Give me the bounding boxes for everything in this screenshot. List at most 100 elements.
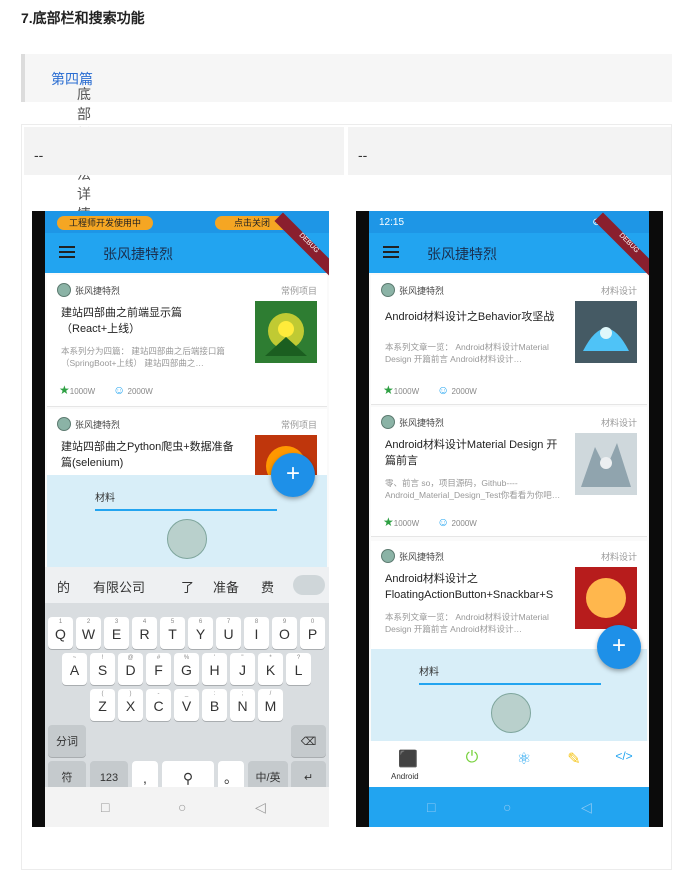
suggestion[interactable]: 费 — [261, 577, 274, 596]
ime-toggle-switch[interactable] — [293, 575, 325, 595]
key-n[interactable]: ; N — [230, 689, 255, 721]
key-label: L — [294, 662, 303, 678]
avatar — [57, 283, 71, 297]
avatar — [381, 283, 395, 297]
back-icon[interactable]: ◁ — [255, 799, 266, 816]
menu-icon[interactable] — [383, 246, 399, 258]
home-icon[interactable]: ○ — [503, 799, 511, 815]
key-label: R — [139, 626, 150, 642]
key-h[interactable]: ' H — [202, 653, 227, 685]
suggestion[interactable]: 了 — [181, 577, 194, 596]
sheet-label: 材料 — [95, 493, 115, 504]
menu-icon[interactable] — [59, 246, 75, 258]
key-secondary-label: 2 — [86, 619, 91, 625]
fab-add-button[interactable]: + — [597, 625, 641, 669]
key-secondary-label: _ — [184, 691, 189, 697]
avatar — [57, 417, 71, 431]
key-label: D — [125, 662, 136, 678]
key-s[interactable]: ! S — [90, 653, 115, 685]
back-icon[interactable]: ◁ — [581, 799, 592, 816]
key-label: F — [154, 662, 163, 678]
home-icon[interactable]: ○ — [178, 799, 186, 815]
blockquote: 底部栏用法详情在第四篇 — [21, 54, 672, 242]
key-secondary-label: @ — [127, 655, 134, 661]
key-c[interactable]: -C — [146, 689, 171, 721]
recent-apps-icon[interactable]: □ — [427, 799, 435, 815]
key-secondary-label: ; — [241, 691, 244, 697]
card-thumbnail — [575, 567, 637, 629]
key-label: S — [97, 662, 108, 678]
key-d[interactable]: @ D — [118, 653, 143, 685]
search-input-underline[interactable] — [95, 509, 277, 511]
key-secondary-label: - — [157, 691, 160, 697]
suggestion[interactable]: 有限公司 — [93, 577, 145, 596]
card-category: 常例项目 — [280, 286, 317, 296]
react-icon[interactable]: ⚛ — [509, 749, 539, 769]
code-icon[interactable]: </> — [609, 749, 639, 763]
key-fenci[interactable]: 分词 — [48, 725, 86, 757]
key-j[interactable]: " J — [230, 653, 255, 685]
system-nav-bar: □ ○ ◁ — [369, 787, 649, 827]
key-p[interactable]: 0P — [300, 617, 325, 649]
phone-screen: 12:15 ⊘ ▮ 张风捷特烈 DEBUG 张风捷特烈 材料设计 Android… — [369, 211, 649, 827]
key-z[interactable]: (Z — [90, 689, 115, 721]
key-label: H — [209, 662, 220, 678]
key-t[interactable]: 5T — [160, 617, 185, 649]
key-v[interactable]: _ V — [174, 689, 199, 721]
key-m[interactable]: / M — [258, 689, 283, 721]
key-label: Y — [195, 626, 206, 642]
key-l[interactable]: ? L — [286, 653, 311, 685]
table-header-col1: -- — [24, 127, 344, 175]
status-time: 12:15 — [379, 217, 405, 228]
key-label: B — [209, 698, 220, 714]
suggestion[interactable]: 的 — [57, 577, 70, 596]
key-label: V — [181, 698, 192, 714]
article-card[interactable]: 张风捷特烈 常例项目 建站四部曲之前端显示篇（React+上线） 本系列分为四篇… — [47, 275, 327, 407]
card-desc: 本系列分为四篇： 建站四部曲之后端接口篇（SpringBoot+上线） 建站四部… — [61, 346, 225, 368]
key-q[interactable]: 1Q — [48, 617, 73, 649]
key-secondary-label: 7 — [226, 619, 231, 625]
key-o[interactable]: 9O — [272, 617, 297, 649]
key-x[interactable]: ) X — [118, 689, 143, 721]
suggestion[interactable]: 准备 — [213, 577, 239, 596]
power-icon[interactable]: ⏻ — [457, 749, 487, 767]
card-author: 张风捷特烈 — [75, 286, 121, 296]
key-g[interactable]: % G — [174, 653, 199, 685]
key-secondary-label: ( — [101, 691, 104, 697]
fab-add-button[interactable]: + — [271, 453, 315, 497]
card-category: 材料设计 — [600, 418, 637, 428]
card-author: 张风捷特烈 — [399, 418, 445, 428]
key-k[interactable]: * K — [258, 653, 283, 685]
article-card[interactable]: 张风捷特烈 材料设计 Android材料设计之Behavior攻坚战 本系列文章… — [371, 275, 647, 405]
dev-pill[interactable]: 工程师开发使用中 — [57, 216, 153, 230]
key-i[interactable]: 8I — [244, 617, 269, 649]
article-card[interactable]: 张风捷特烈 材料设计 Android材料设计Material Design 开篇… — [371, 407, 647, 537]
key-label: Z — [98, 698, 107, 714]
card-desc: 零、前言 so，项目源码，Github---- Android_Material… — [385, 478, 561, 500]
key-b[interactable]: :B — [202, 689, 227, 721]
key-f[interactable]: # F — [146, 653, 171, 685]
key-w[interactable]: 2W — [76, 617, 101, 649]
card-desc: 本系列文章一览： Android材料设计Material Design 开篇前言… — [385, 612, 549, 634]
android-icon[interactable]: ⬛ — [393, 749, 423, 769]
key-label: E — [111, 626, 122, 642]
key-label: A — [69, 662, 80, 678]
table-header-col2: -- — [348, 127, 671, 175]
recent-apps-icon[interactable]: □ — [101, 799, 109, 815]
search-input-underline[interactable] — [419, 683, 601, 685]
note-icon[interactable]: ✎ — [559, 749, 589, 769]
key-secondary-label: 6 — [198, 619, 203, 625]
key-r[interactable]: 4R — [132, 617, 157, 649]
key-label: J — [239, 662, 246, 678]
soft-keyboard: 分词 ⌫ 符 123 , ⚲ 。 中/英 ↵ 1Q2W3E4R5T6Y7U8I9… — [45, 603, 329, 793]
key-y[interactable]: 6Y — [188, 617, 213, 649]
key-label: G — [181, 662, 192, 678]
sheet-avatar — [491, 693, 531, 733]
backspace-key[interactable]: ⌫ — [291, 725, 326, 757]
key-u[interactable]: 7U — [216, 617, 241, 649]
key-label: W — [81, 626, 96, 642]
key-e[interactable]: 3E — [104, 617, 129, 649]
app-bar: 张风捷特烈 DEBUG — [369, 212, 649, 278]
key-a[interactable]: ~ A — [62, 653, 87, 685]
card-title: Android材料设计之FloatingActionButton+Snackba… — [385, 573, 554, 601]
